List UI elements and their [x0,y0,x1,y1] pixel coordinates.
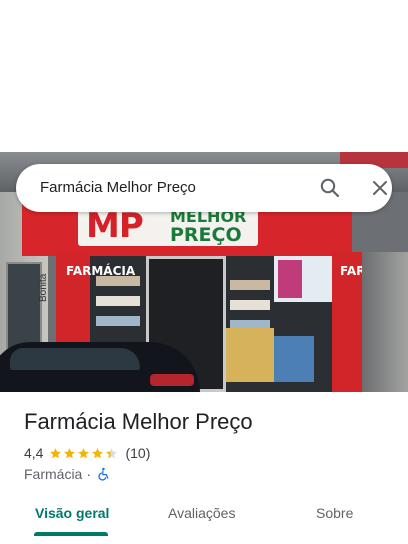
star-icon [64,447,76,458]
tab-active-indicator [34,532,108,536]
star-icon [106,447,118,458]
star-icon [50,447,62,458]
photo-car-window [10,348,140,370]
photo-shelf [230,300,270,310]
star-icon [92,447,104,458]
photo-boxes [226,328,274,382]
tab-reviews[interactable]: Avaliações [168,505,235,521]
photo-pillar-right-text: FARMÁCIA [340,264,408,279]
category-separator: · [86,466,92,482]
photo-car-light [150,374,194,386]
photo-logo-mp: MP [86,206,144,246]
wheelchair-icon [97,467,111,481]
close-icon[interactable] [368,176,392,200]
place-title: Farmácia Melhor Preço [24,409,253,434]
rating-stars [49,447,119,460]
photo-left-window [6,262,42,352]
photo-logo-line2: PREÇO [170,224,242,246]
photo-logo-text: MELHOR PREÇO [170,208,246,246]
category-label: Farmácia [24,466,83,482]
photo-shelf [96,316,140,326]
photo-boxes [274,336,314,382]
search-bar[interactable]: Farmácia Melhor Preço [16,164,392,212]
photo-pillar-left-text: FARMÁCIA [66,264,135,279]
photo-poster [274,256,332,302]
place-tabs: Visão geral Avaliações Sobre [0,496,408,544]
photo-shelf [230,280,270,290]
search-input[interactable]: Farmácia Melhor Preço [40,179,196,196]
photo-right-wall [362,252,408,392]
tab-overview[interactable]: Visão geral [35,505,109,521]
rating-value: 4,4 [24,445,44,461]
review-count[interactable]: (10) [125,445,150,461]
photo-shelf [96,296,140,306]
category-row: Farmácia · [24,465,111,483]
search-icon[interactable] [318,176,342,200]
rating-row[interactable]: 4,4 (10) [24,444,150,462]
blank-header-area [0,0,408,152]
star-icon [78,447,90,458]
tab-about[interactable]: Sobre [316,505,353,521]
photo-wall-text: Bonita [38,273,49,302]
